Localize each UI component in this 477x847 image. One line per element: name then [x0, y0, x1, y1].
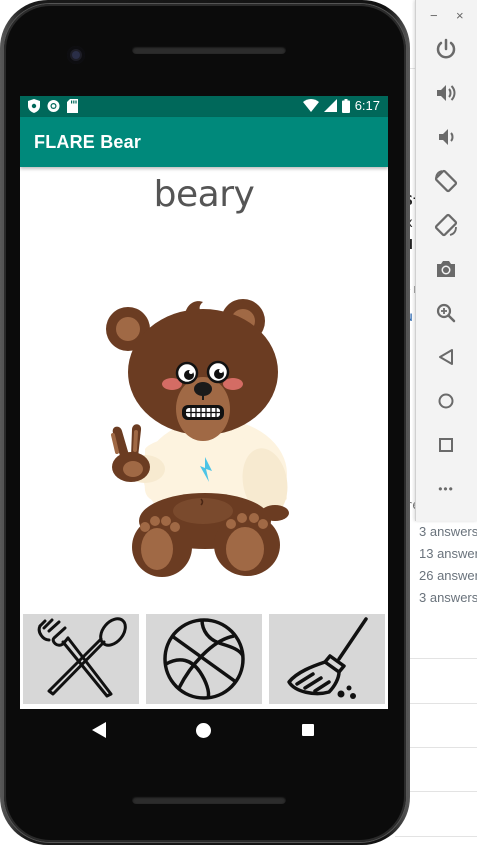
- front-camera: [67, 46, 85, 64]
- minimize-button[interactable]: −: [430, 8, 438, 23]
- close-button[interactable]: ×: [456, 8, 464, 23]
- divider: [395, 836, 477, 837]
- zoom-icon: [436, 303, 456, 323]
- feed-button[interactable]: [23, 614, 139, 704]
- answer-count[interactable]: 3 answers: [419, 590, 477, 605]
- battery-icon: [341, 98, 350, 113]
- app-bar: FLARE Bear: [20, 117, 388, 167]
- answer-count[interactable]: 3 answers: [419, 524, 477, 539]
- home-icon[interactable]: [196, 723, 211, 738]
- back-icon: [439, 349, 453, 365]
- volume-up-icon: [437, 85, 456, 101]
- play-button[interactable]: [146, 614, 262, 704]
- more-button[interactable]: •••: [431, 474, 461, 504]
- status-bar: 6:17: [20, 96, 388, 117]
- app-screen: 6:17 FLARE Bear beary: [20, 96, 388, 709]
- rotate-right-icon: [434, 213, 458, 237]
- top-speaker: [132, 46, 286, 54]
- bear-nose: [194, 382, 212, 396]
- emulator-toolbar: − × •••: [415, 0, 477, 521]
- zoom-button[interactable]: [431, 298, 461, 328]
- emulator-overview-button[interactable]: [431, 430, 461, 460]
- emulator-home-button[interactable]: [431, 386, 461, 416]
- power-icon: [436, 38, 456, 59]
- shield-icon: [28, 99, 40, 113]
- wifi-icon: [302, 99, 319, 112]
- status-time: 6:17: [354, 98, 380, 113]
- bottom-speaker: [132, 796, 286, 804]
- more-icon: •••: [438, 482, 454, 496]
- bear-name-label: beary: [153, 174, 255, 215]
- recents-icon[interactable]: [302, 724, 314, 736]
- basketball-icon: [163, 618, 245, 700]
- home-icon: [438, 393, 454, 409]
- rotate-left-icon: [434, 169, 458, 193]
- rotate-right-button[interactable]: [431, 210, 461, 240]
- fork-spoon-icon: [37, 617, 127, 698]
- broom-icon: [287, 617, 368, 699]
- record-icon: [47, 100, 60, 112]
- overview-icon: [439, 438, 453, 452]
- sd-card-icon: [67, 99, 78, 113]
- rotate-left-button[interactable]: [431, 166, 461, 196]
- answer-count[interactable]: 13 answers: [419, 546, 477, 561]
- bear-illustration[interactable]: [105, 299, 305, 584]
- app-title: FLARE Bear: [34, 132, 142, 152]
- answer-count[interactable]: 26 answers: [419, 568, 477, 583]
- volume-down-icon: [439, 129, 454, 145]
- volume-up-button[interactable]: [431, 78, 461, 108]
- volume-down-button[interactable]: [431, 122, 461, 152]
- clean-button[interactable]: [269, 614, 385, 704]
- signal-icon: [323, 99, 337, 112]
- camera-icon: [437, 261, 455, 277]
- screenshot-button[interactable]: [431, 254, 461, 284]
- power-button[interactable]: [431, 34, 461, 64]
- back-icon[interactable]: [92, 722, 106, 738]
- emulator-back-button[interactable]: [431, 342, 461, 372]
